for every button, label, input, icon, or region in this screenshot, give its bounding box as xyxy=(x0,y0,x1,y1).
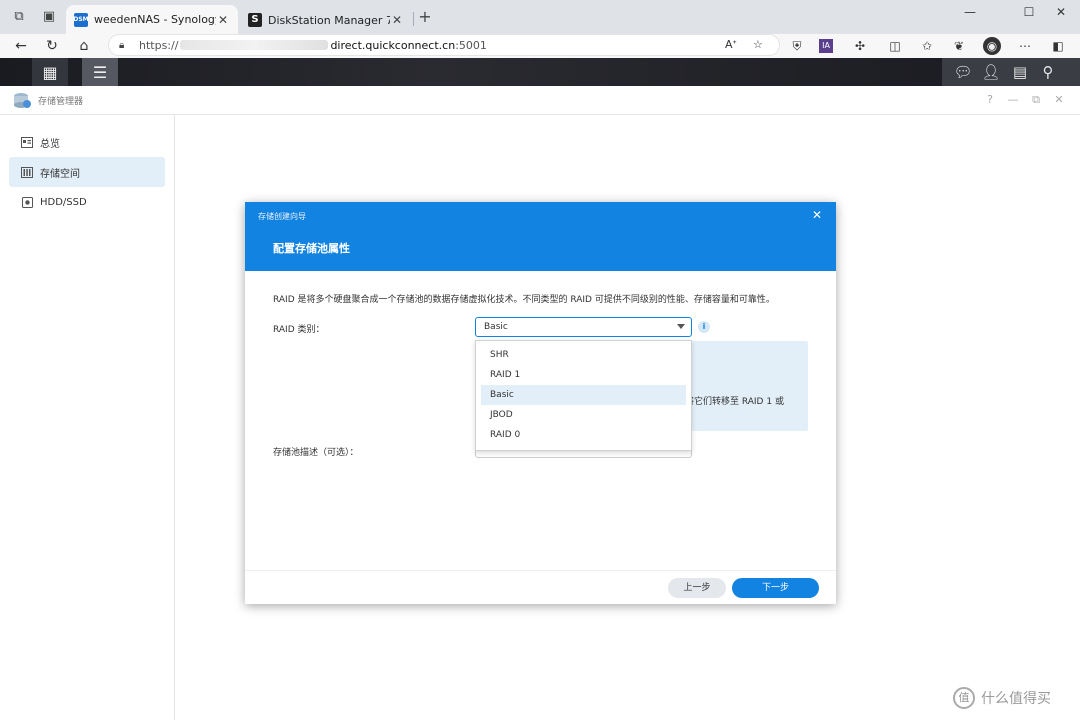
raid-type-dropdown: SHR RAID 1 Basic JBOD RAID 0 xyxy=(475,340,692,451)
widgets-icon[interactable]: ▤ xyxy=(1010,62,1030,82)
raid-type-label: RAID 类别： xyxy=(273,325,325,335)
watermark: 值 什么值得买 xyxy=(953,687,1051,709)
storage-icon xyxy=(21,166,33,178)
dsm-taskbar: ▦ ☰ 💬︎ 👤︎ ▤ ⚲ xyxy=(0,58,1080,86)
sidebar-toggle-icon[interactable]: ◧ xyxy=(1049,37,1067,55)
search-icon[interactable]: ⚲ xyxy=(1038,62,1058,82)
refresh-icon[interactable]: ↻ xyxy=(42,36,62,56)
home-icon[interactable]: ⌂ xyxy=(74,36,94,56)
previous-step-button[interactable]: 上一步 xyxy=(668,578,726,598)
address-bar[interactable]: 🔒︎ https:// direct.quickconnect.cn :5001… xyxy=(108,34,780,56)
puzzle-extension-icon[interactable]: ✣ xyxy=(851,37,869,55)
close-tab-icon[interactable]: ✕ xyxy=(216,13,230,27)
window-minimize-icon[interactable]: — xyxy=(1006,93,1020,107)
new-tab-icon[interactable]: + xyxy=(416,8,434,26)
sidebar-item-label: 总览 xyxy=(40,138,60,150)
close-icon[interactable]: ✕ xyxy=(812,208,822,222)
sidebar-item-overview[interactable]: 总览 xyxy=(9,127,165,157)
sidebar-item-storage[interactable]: 存储空间 xyxy=(9,157,165,187)
minimize-window-icon[interactable]: — xyxy=(955,4,985,20)
dropdown-option-shr[interactable]: SHR xyxy=(481,345,686,365)
sidebar-item-label: 存储空间 xyxy=(40,168,80,180)
profile-avatar-icon[interactable]: ◉ xyxy=(983,37,1001,55)
dialog-header: 存储创建向导 ✕ 配置存储池属性 xyxy=(245,202,836,271)
url-prefix: https:// xyxy=(139,38,179,52)
browser-tab-synology[interactable]: DSM weedenNAS - Synology NAS ✕ xyxy=(66,5,238,34)
collections-icon[interactable]: ❦ xyxy=(950,37,968,55)
dropdown-option-jbod[interactable]: JBOD xyxy=(481,405,686,425)
window-restore-icon[interactable]: ⧉ xyxy=(1029,93,1043,107)
help-icon[interactable]: ? xyxy=(983,93,997,107)
maximize-window-icon[interactable]: ☐ xyxy=(1014,4,1044,20)
storage-manager-taskbar-icon[interactable]: ☰ xyxy=(82,58,118,86)
sidebar-item-hdd-ssd[interactable]: HDD/SSD xyxy=(9,187,165,217)
raid-hint-box xyxy=(691,341,808,431)
raid-description: RAID 是将多个硬盘聚合成一个存储池的数据存储虚拟化技术。不同类型的 RAID… xyxy=(273,295,775,305)
shield-extension-icon[interactable]: ⛨ xyxy=(788,37,806,55)
read-aloud-icon[interactable]: Aᐩ xyxy=(725,38,737,51)
tab-separator xyxy=(413,12,414,26)
disk-icon xyxy=(21,196,33,208)
watermark-text: 什么值得买 xyxy=(981,691,1051,707)
favorite-star-icon[interactable]: ☆ xyxy=(753,38,763,51)
next-step-button[interactable]: 下一步 xyxy=(732,578,819,598)
pool-description-label: 存储池描述（可选）： xyxy=(273,448,359,458)
close-tab-icon[interactable]: ✕ xyxy=(390,13,404,27)
favorites-icon[interactable]: ✩ xyxy=(918,37,936,55)
watermark-logo-icon: 值 xyxy=(953,687,975,709)
raid-hint-text: 将它们转移至 RAID 1 或 xyxy=(685,397,784,407)
url-port: :5001 xyxy=(455,38,487,52)
ia-extension-icon[interactable]: IA xyxy=(819,39,833,53)
taskbar-tray: 💬︎ 👤︎ ▤ ⚲ xyxy=(942,58,1080,86)
redacted-url-segment xyxy=(180,40,329,50)
storage-manager-app-icon xyxy=(14,93,31,108)
synology-s-favicon-icon: S xyxy=(248,12,262,27)
tab-actions-icon[interactable]: ▣ xyxy=(40,8,58,26)
main-menu-grid-icon[interactable]: ▦ xyxy=(32,58,68,86)
browser-tab-dsm72[interactable]: S DiskStation Manager 7.2 | 群晖科 ✕ xyxy=(240,5,412,34)
dropdown-option-basic[interactable]: Basic xyxy=(481,385,686,405)
sidebar-item-label: HDD/SSD xyxy=(40,196,87,208)
split-screen-icon[interactable]: ◫ xyxy=(886,37,904,55)
notifications-chat-icon[interactable]: 💬︎ xyxy=(953,62,973,82)
storage-wizard-dialog: 存储创建向导 ✕ 配置存储池属性 RAID 是将多个硬盘聚合成一个存储池的数据存… xyxy=(245,202,836,604)
tab-title: DiskStation Manager 7.2 | 群晖科 xyxy=(268,13,390,27)
url-host: direct.quickconnect.cn xyxy=(330,38,456,52)
sidebar: 总览 存储空间 HDD/SSD xyxy=(0,115,175,720)
info-icon[interactable]: i xyxy=(698,321,710,333)
lock-icon: 🔒︎ xyxy=(119,39,125,51)
workspaces-icon[interactable]: ⧉ xyxy=(10,8,28,26)
back-icon[interactable]: ← xyxy=(11,36,31,56)
window-title: 存储管理器 xyxy=(38,97,84,107)
window-title-bar: 存储管理器 ? — ⧉ ✕ xyxy=(0,86,1080,115)
browser-tab-strip: ⧉ ▣ DSM weedenNAS - Synology NAS ✕ S Dis… xyxy=(0,0,1080,34)
dropdown-option-raid1[interactable]: RAID 1 xyxy=(481,365,686,385)
step-title: 配置存储池属性 xyxy=(273,242,350,255)
dialog-title: 存储创建向导 xyxy=(258,212,306,221)
close-window-icon[interactable]: ✕ xyxy=(1046,4,1076,20)
raid-type-value: Basic xyxy=(484,322,508,332)
dropdown-option-raid0[interactable]: RAID 0 xyxy=(481,425,686,445)
user-icon[interactable]: 👤︎ xyxy=(981,62,1001,82)
chevron-down-icon xyxy=(677,324,685,329)
tab-title: weedenNAS - Synology NAS xyxy=(94,13,216,26)
raid-type-select[interactable]: Basic xyxy=(475,317,692,337)
dsm-favicon-icon: DSM xyxy=(73,12,89,27)
more-menu-icon[interactable]: ⋯ xyxy=(1016,37,1034,55)
browser-toolbar: ← ↻ ⌂ 🔒︎ https:// direct.quickconnect.cn… xyxy=(0,34,1080,58)
overview-icon xyxy=(21,136,33,148)
window-close-icon[interactable]: ✕ xyxy=(1052,93,1066,107)
